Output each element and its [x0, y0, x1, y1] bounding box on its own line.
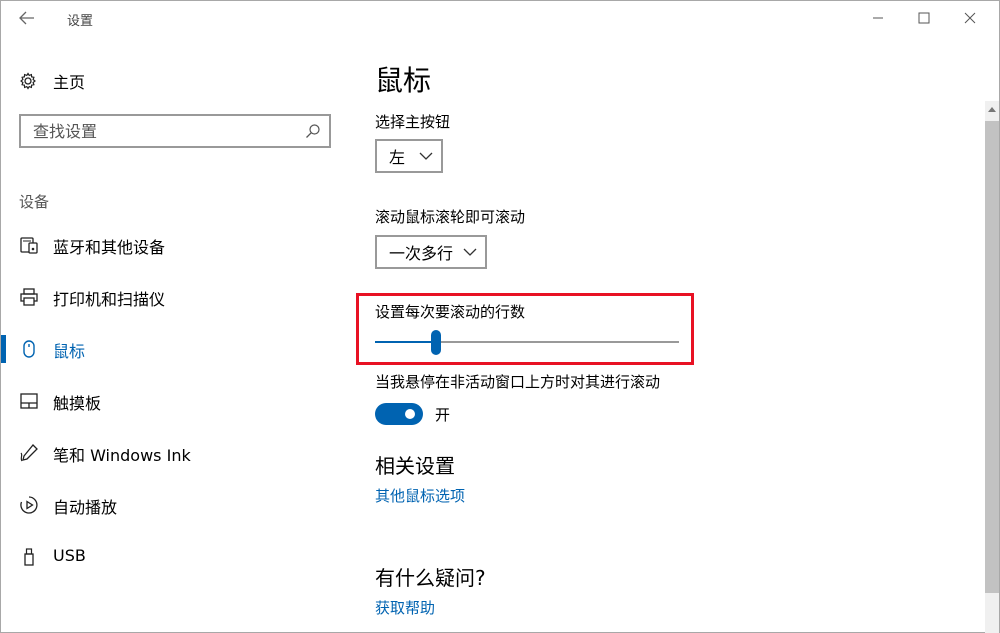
chevron-down-icon: [419, 152, 433, 160]
autoplay-icon: [19, 495, 39, 515]
sidebar-item-label: 蓝牙和其他设备: [53, 238, 166, 257]
scroll-lines-label: 设置每次要滚动的行数: [375, 303, 526, 321]
scrollbar-thumb[interactable]: [985, 121, 999, 593]
pen-icon: [19, 443, 39, 463]
back-arrow-icon: [19, 11, 34, 25]
primary-button-value: 左: [389, 148, 406, 167]
inactive-scroll-label: 当我悬停在非活动窗口上方时对其进行滚动: [375, 373, 661, 391]
bluetooth-devices-icon: [19, 235, 39, 255]
sidebar-item-label: 鼠标: [53, 342, 86, 361]
scroll-lines-slider-thumb[interactable]: [430, 330, 441, 355]
maximize-icon: [918, 12, 930, 24]
nav-home-label: 主页: [53, 73, 86, 92]
sidebar-item-label: 自动播放: [53, 498, 118, 517]
section-label-devices: 设备: [19, 193, 50, 211]
selection-indicator: [1, 335, 6, 363]
scroll-mode-label: 滚动鼠标滚轮即可滚动: [375, 208, 526, 226]
primary-button-label: 选择主按钮: [375, 113, 451, 131]
settings-window: 设置 主页 设备: [0, 0, 1000, 633]
chevron-up-icon: [988, 107, 996, 112]
scroll-mode-dropdown[interactable]: 一次多行: [375, 235, 487, 269]
sidebar-item-usb[interactable]: USB: [1, 535, 341, 579]
minimize-icon: [873, 17, 883, 19]
sidebar-item-autoplay[interactable]: 自动播放: [1, 483, 341, 527]
window-title: 设置: [67, 14, 94, 29]
help-heading: 有什么疑问?: [375, 566, 486, 590]
close-icon: [964, 12, 976, 24]
toggle-knob: [405, 409, 415, 419]
search-input[interactable]: [33, 121, 293, 141]
sidebar-item-label: USB: [53, 546, 86, 565]
mouse-icon: [19, 339, 39, 359]
search-icon[interactable]: [305, 123, 321, 139]
get-help-link[interactable]: 获取帮助: [375, 597, 435, 618]
search-box[interactable]: [19, 114, 331, 148]
sidebar-item-bluetooth[interactable]: 蓝牙和其他设备: [1, 223, 341, 267]
close-button[interactable]: [947, 1, 993, 35]
sidebar-item-printers[interactable]: 打印机和扫描仪: [1, 275, 341, 319]
minimize-button[interactable]: [855, 1, 901, 35]
sidebar-item-label: 笔和 Windows Ink: [53, 446, 191, 465]
scroll-lines-slider-fill: [375, 341, 436, 343]
sidebar-item-pen[interactable]: 笔和 Windows Ink: [1, 431, 341, 475]
scroll-up-arrow[interactable]: [985, 101, 999, 117]
printer-icon: [19, 287, 39, 307]
chevron-down-icon: [463, 248, 477, 256]
sidebar-item-mouse[interactable]: 鼠标: [1, 327, 341, 371]
touchpad-icon: [19, 391, 39, 411]
sidebar-item-touchpad[interactable]: 触摸板: [1, 379, 341, 423]
usb-icon: [19, 547, 39, 567]
scroll-mode-value: 一次多行: [389, 244, 454, 263]
related-settings-heading: 相关设置: [375, 454, 455, 478]
back-button[interactable]: [9, 3, 45, 33]
other-mouse-options-link[interactable]: 其他鼠标选项: [375, 485, 465, 506]
sidebar-item-label: 触摸板: [53, 394, 102, 413]
inactive-scroll-state: 开: [435, 406, 451, 424]
maximize-button[interactable]: [901, 1, 947, 35]
scrollbar[interactable]: [985, 101, 999, 633]
primary-button-dropdown[interactable]: 左: [375, 139, 443, 173]
sidebar-item-label: 打印机和扫描仪: [53, 290, 166, 309]
nav-home[interactable]: 主页: [19, 67, 85, 95]
title-bar: 设置: [1, 1, 1000, 35]
inactive-scroll-toggle[interactable]: [375, 403, 423, 425]
page-title: 鼠标: [375, 64, 432, 97]
gear-icon: [20, 72, 36, 90]
